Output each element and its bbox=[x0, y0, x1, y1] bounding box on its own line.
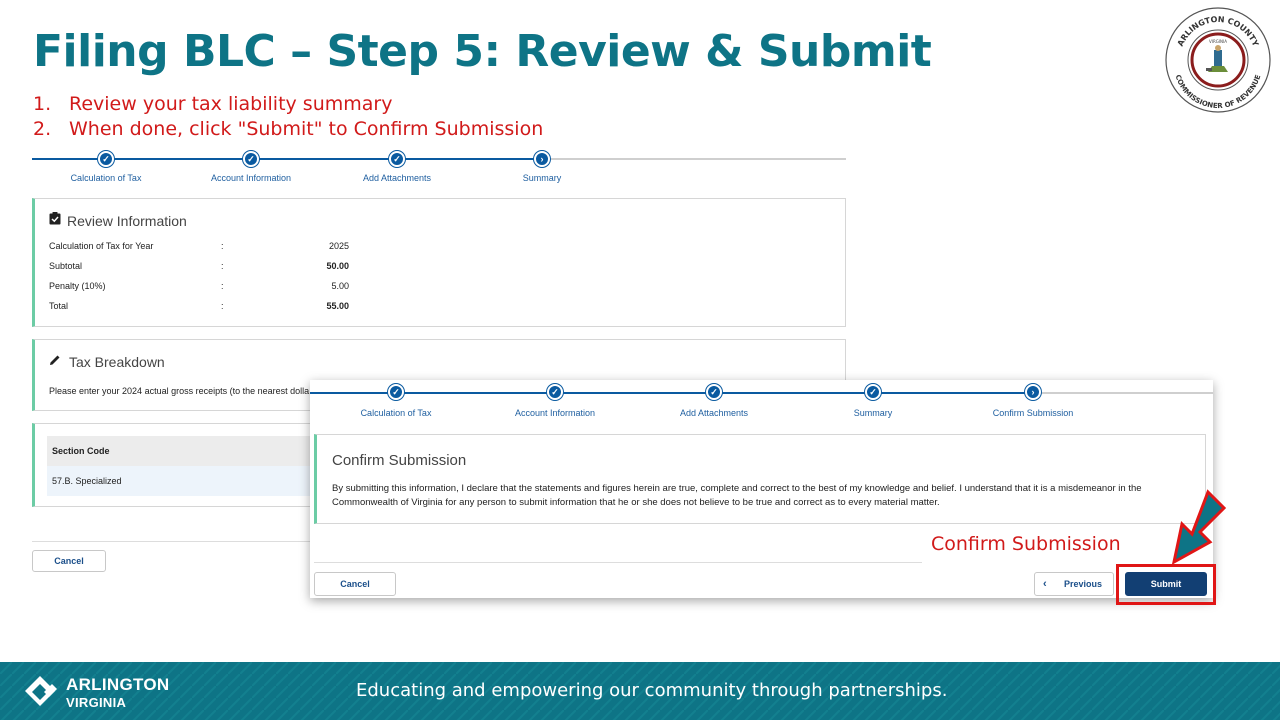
modal-divider bbox=[314, 562, 922, 563]
table-header-row: Section Code bbox=[47, 436, 347, 466]
tax-breakdown-instruction: Please enter your 2024 actual gross rece… bbox=[49, 386, 310, 396]
footer-tagline: Educating and empowering our community t… bbox=[356, 680, 948, 701]
modal-step-label[interactable]: Calculation of Tax bbox=[326, 408, 466, 418]
tax-breakdown-title: Tax Breakdown bbox=[69, 354, 165, 370]
step-complete-check-icon: ✓ bbox=[389, 151, 405, 167]
confirm-submission-modal: ✓ ✓ ✓ ✓ › Calculation of Tax Account Inf… bbox=[310, 380, 1213, 598]
modal-stepper-progress-line bbox=[310, 392, 1033, 394]
footer-banner: ARLINGTON VIRGINIA Educating and empower… bbox=[0, 662, 1280, 720]
instruction-item: 1. Review your tax liability summary bbox=[33, 93, 393, 115]
table-cell-section-code: 57.B. Specialized bbox=[52, 476, 122, 486]
previous-button-label: Previous bbox=[1063, 579, 1103, 589]
review-information-title: Review Information bbox=[67, 213, 187, 229]
step-label[interactable]: Add Attachments bbox=[327, 173, 467, 183]
chevron-left-icon: ‹ bbox=[1043, 578, 1047, 590]
callout-label: Confirm Submission bbox=[931, 533, 1121, 555]
modal-stepper-remaining-line bbox=[1033, 392, 1213, 394]
pencil-icon bbox=[50, 355, 60, 365]
submit-highlight-box bbox=[1116, 564, 1216, 605]
review-row: Total : 55.00 bbox=[49, 301, 349, 311]
step-complete-check-icon: ✓ bbox=[243, 151, 259, 167]
step-current-chevron-right-icon: › bbox=[1025, 384, 1041, 400]
arrow-pointer-icon bbox=[1171, 489, 1227, 565]
step-complete-check-icon: ✓ bbox=[865, 384, 881, 400]
slide-title: Filing BLC – Step 5: Review & Submit bbox=[33, 26, 932, 77]
footer-logo-line2: VIRGINIA bbox=[66, 695, 127, 710]
step-current-chevron-right-icon: › bbox=[534, 151, 550, 167]
review-row: Subtotal : 50.00 bbox=[49, 261, 349, 271]
review-information-card: Review Information Calculation of Tax fo… bbox=[32, 198, 846, 327]
modal-step-label[interactable]: Account Information bbox=[485, 408, 625, 418]
declaration-text: By submitting this information, I declar… bbox=[332, 483, 1142, 508]
modal-step-label[interactable]: Confirm Submission bbox=[963, 408, 1103, 418]
step-complete-check-icon: ✓ bbox=[706, 384, 722, 400]
step-complete-check-icon: ✓ bbox=[98, 151, 114, 167]
confirm-submission-title: Confirm Submission bbox=[332, 452, 467, 469]
step-complete-check-icon: ✓ bbox=[388, 384, 404, 400]
instructions-list: 1. Review your tax liability summary 2. Wh… bbox=[33, 92, 543, 142]
county-seal-logo: ARLINGTON COUNTY COMMISSIONER OF REVENUE… bbox=[1165, 7, 1271, 113]
background-cancel-button[interactable]: Cancel bbox=[32, 550, 106, 572]
stepper-remaining-line bbox=[542, 158, 846, 160]
confirm-submission-card: Confirm Submission By submitting this in… bbox=[314, 434, 1206, 524]
table-header-section-code: Section Code bbox=[52, 446, 110, 456]
review-row: Calculation of Tax for Year : 2025 bbox=[49, 241, 349, 251]
review-row: Penalty (10%) : 5.00 bbox=[49, 281, 349, 291]
modal-step-label[interactable]: Add Attachments bbox=[644, 408, 784, 418]
cancel-button[interactable]: Cancel bbox=[314, 572, 396, 596]
step-label[interactable]: Calculation of Tax bbox=[36, 173, 176, 183]
footer-logo-line1: ARLINGTON bbox=[66, 675, 170, 694]
instruction-item: 2. When done, click "Submit" to Confirm S… bbox=[33, 118, 544, 140]
step-complete-check-icon: ✓ bbox=[547, 384, 563, 400]
clipboard-check-icon bbox=[49, 212, 61, 225]
step-label[interactable]: Account Information bbox=[181, 173, 321, 183]
step-label[interactable]: Summary bbox=[472, 173, 612, 183]
modal-step-label[interactable]: Summary bbox=[803, 408, 943, 418]
arlington-logo-icon bbox=[25, 676, 57, 706]
svg-text:VIRGINIA: VIRGINIA bbox=[1209, 39, 1227, 44]
previous-button[interactable]: ‹ Previous bbox=[1034, 572, 1114, 596]
table-row: 57.B. Specialized bbox=[47, 466, 347, 496]
